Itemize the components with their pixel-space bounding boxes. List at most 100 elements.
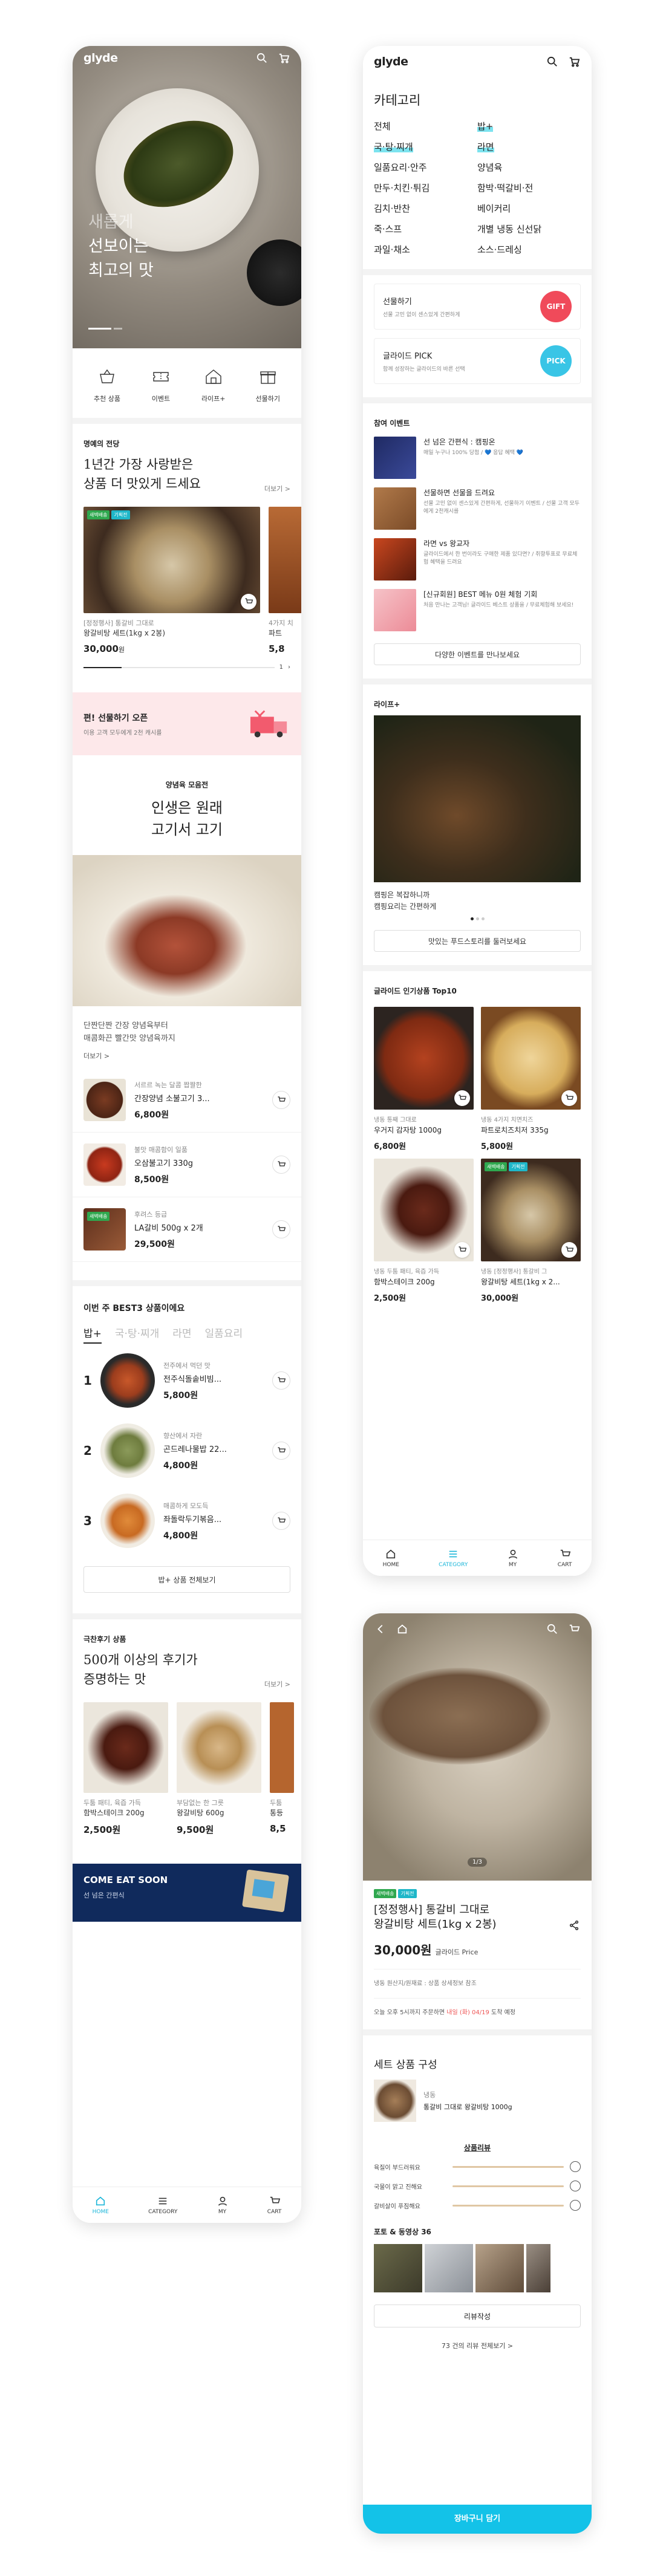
category-fruit[interactable]: 과일·채소 [374, 243, 477, 256]
product-carousel[interactable]: 새벽배송 기획전 [정정행사] 통갈비 그대로 왕갈비탕 세트(1kg x 2봉… [73, 493, 301, 654]
category-bakery[interactable]: 베이커리 [477, 202, 581, 215]
product-card[interactable]: 냉동 4가지 치면치즈 파트로치즈치저 335g 5,800원 [481, 1007, 581, 1151]
tab-rice[interactable]: 밥+ [83, 1325, 102, 1344]
add-to-cart-button[interactable] [454, 1090, 470, 1106]
product-carousel[interactable]: 두툼 패티, 육즙 가득 함박스테이크 200g 2,500원 부담없는 한 그릇… [73, 1689, 301, 1836]
product-photo[interactable]: 1/3 [363, 1613, 592, 1881]
review-photo[interactable] [526, 2244, 550, 2292]
cart-icon[interactable] [277, 51, 290, 65]
nav-my[interactable]: MY [508, 1549, 518, 1568]
nav-my[interactable]: MY [217, 2196, 228, 2215]
product-card-peek[interactable]: 두툼 통등 8,5 [270, 1702, 294, 1836]
chevron-right-icon[interactable]: › [288, 664, 290, 671]
add-to-cart-button[interactable] [272, 1371, 290, 1390]
nav-category[interactable]: CATEGORY [439, 1549, 468, 1568]
set-item[interactable]: 냉동 통갈비 그대로 왕갈비탕 1000g [374, 2080, 581, 2122]
category-dish[interactable]: 일품요리·안주 [374, 161, 477, 174]
category-ramen[interactable]: 라면 [477, 140, 581, 153]
write-review-button[interactable]: 리뷰작성 [374, 2304, 581, 2327]
add-to-cart-button[interactable]: 장바구니 담기 [363, 2505, 592, 2534]
tab-ramen[interactable]: 라면 [172, 1325, 191, 1344]
search-icon[interactable] [255, 51, 269, 65]
add-to-cart-button[interactable] [272, 1220, 290, 1238]
pick-promo-card[interactable]: 글라이드 PICK 함께 성장하는 글라이드의 바른 선택 PICK [374, 338, 581, 384]
brand-logo[interactable]: glyde [83, 51, 118, 65]
add-to-cart-button[interactable] [561, 1242, 577, 1258]
category-soup[interactable]: 국·탕·찌개 [374, 140, 477, 153]
add-to-cart-button[interactable] [454, 1242, 470, 1258]
nav-category[interactable]: CATEGORY [148, 2196, 177, 2215]
quicknav-event[interactable]: 이벤트 [151, 366, 171, 403]
product-card[interactable]: 냉동 통째 그대로 우거지 감자탕 1000g 6,800원 [374, 1007, 474, 1151]
event-item[interactable]: 라면 vs 왕교자 글라이드에서 한 번이라도 구매한 제품 있다면? / 취향투… [374, 538, 581, 581]
add-to-cart-button[interactable] [272, 1442, 290, 1460]
share-icon[interactable] [567, 1919, 581, 1932]
product-card-peek[interactable]: 4가지 치 파트 5,8 [269, 507, 301, 654]
category-porridge[interactable]: 죽·스프 [374, 223, 477, 235]
nav-cart[interactable]: CART [558, 1549, 572, 1568]
category-dumpling[interactable]: 만두·치킨·튀김 [374, 181, 477, 194]
product-card[interactable]: 두툼 패티, 육즙 가득 함박스테이크 200g 2,500원 [83, 1702, 168, 1836]
product-tagline: 서르르 녹는 달콤 짭짤한 [134, 1081, 202, 1089]
gift-banner[interactable]: 편! 선물하기 오픈 이용 고객 모두에게 2천 캐시를 [73, 692, 301, 755]
ranked-item[interactable]: 2 향산에서 자란 곤드레나물밥 22... 4,800원 [73, 1414, 301, 1484]
more-link[interactable]: 더보기 > [264, 1679, 290, 1689]
add-to-cart-button[interactable] [561, 1090, 577, 1106]
category-sauce[interactable]: 소스·드레싱 [477, 243, 581, 256]
review-photo[interactable] [374, 2244, 422, 2292]
category-kimchi[interactable]: 김치·반찬 [374, 202, 477, 215]
nav-home[interactable]: HOME [93, 2196, 109, 2215]
add-to-cart-button[interactable] [272, 1512, 290, 1530]
nav-cart[interactable]: CART [267, 2196, 281, 2215]
come-eat-soon-banner[interactable]: COME EAT SOON 선 넘은 간편식 [73, 1864, 301, 1922]
event-item[interactable]: [신규회원] BEST 메뉴 0원 체험 기회 처음 만나는 고객님! 글라이드 … [374, 589, 581, 631]
more-link[interactable]: 더보기 > [83, 1051, 290, 1061]
product-card[interactable]: 새벽배송 기획전 [정정행사] 통갈비 그대로 왕갈비탕 세트(1kg x 2봉… [83, 507, 260, 654]
tab-soup[interactable]: 국·탕·찌개 [115, 1325, 159, 1344]
category-hamburg[interactable]: 함박·떡갈비·전 [477, 181, 581, 194]
review-photo[interactable] [475, 2244, 524, 2292]
add-to-cart-button[interactable] [241, 594, 256, 610]
product-card[interactable]: 새벽배송 기획전 냉동 [정정행사] 통갈비 그 왕갈비탕 세트(1kg x 2.… [481, 1159, 581, 1303]
category-marinated[interactable]: 양념육 [477, 161, 581, 174]
search-icon[interactable] [546, 1622, 559, 1636]
camping-photo[interactable] [374, 715, 581, 882]
review-photo[interactable] [425, 2244, 473, 2292]
view-all-button[interactable]: 밥+ 상품 전체보기 [83, 1566, 290, 1593]
add-to-cart-button[interactable] [272, 1091, 290, 1109]
gift-promo-card[interactable]: 선물하기 선물 고민 없이 센스있게 간편하게 GIFT [374, 284, 581, 330]
back-icon[interactable] [374, 1622, 387, 1636]
food-story-button[interactable]: 맛있는 푸드스토리를 둘러보세요 [374, 930, 581, 952]
events-button[interactable]: 다양한 이벤트를 만나보세요 [374, 643, 581, 665]
ranked-item[interactable]: 3 매콤하게 모도득 좌돌락두기볶음... 4,800원 [73, 1484, 301, 1554]
quicknav-recommend[interactable]: 추천 상품 [94, 366, 120, 403]
home-icon[interactable] [396, 1622, 409, 1636]
ranked-item[interactable]: 1 전주에서 먹던 맛 전주식돌솥비빔... 5,800원 [73, 1344, 301, 1414]
list-item[interactable]: 새벽배송 후려스 등급 LA갈비 500g x 2개 29,500원 [73, 1197, 301, 1262]
category-rice[interactable]: 밥+ [477, 120, 581, 132]
quicknav-gift[interactable]: 선물하기 [256, 366, 280, 403]
list-item[interactable]: 불맛 매콤함이 일품 오삼불고기 330g 8,500원 [73, 1133, 301, 1197]
add-to-cart-button[interactable] [272, 1156, 290, 1174]
search-icon[interactable] [546, 55, 559, 68]
quicknav-life[interactable]: 라이프+ [201, 366, 226, 403]
cart-icon[interactable] [567, 55, 581, 68]
category-all[interactable]: 전체 [374, 120, 477, 132]
tab-dish[interactable]: 일품요리 [205, 1325, 243, 1344]
review-section-title[interactable]: 상품리뷰 [363, 2142, 592, 2153]
more-link[interactable]: 더보기 > [264, 484, 290, 493]
promo-subtitle: 선물 고민 없이 센스있게 간편하게 [383, 312, 460, 318]
list-item[interactable]: 서르르 녹는 달콤 짭짤한 간장양념 소불고기 3... 6,800원 [73, 1068, 301, 1133]
all-reviews-link[interactable]: 73 건의 리뷰 전체보기 > [363, 2341, 592, 2350]
nav-home[interactable]: HOME [383, 1549, 399, 1568]
category-chicken[interactable]: 개별 냉동 신선닭 [477, 223, 581, 235]
photo-reviews[interactable] [374, 2244, 581, 2292]
hero-banner[interactable]: glyde 새롭게 선보이는 최고의 맛 [73, 46, 301, 348]
event-item[interactable]: 선 넘은 간편식 : 캠핑온 매일 누구나 100% 당첨 / 💙 응답 혜택 💙 [374, 437, 581, 479]
cart-icon[interactable] [567, 1622, 581, 1636]
product-card[interactable]: 부담없는 한 그릇 왕갈비탕 600g 9,500원 [177, 1702, 261, 1836]
event-item[interactable]: 선물하면 선물을 드려요 선물 고민 없이 센스있게 간편하게, 선물하기 이벤트… [374, 487, 581, 530]
product-card[interactable]: 냉동 두툼 패티, 육즙 가득 함박스테이크 200g 2,500원 [374, 1159, 474, 1303]
brand-logo[interactable]: glyde [374, 55, 408, 68]
nav-label: HOME [92, 2208, 109, 2215]
